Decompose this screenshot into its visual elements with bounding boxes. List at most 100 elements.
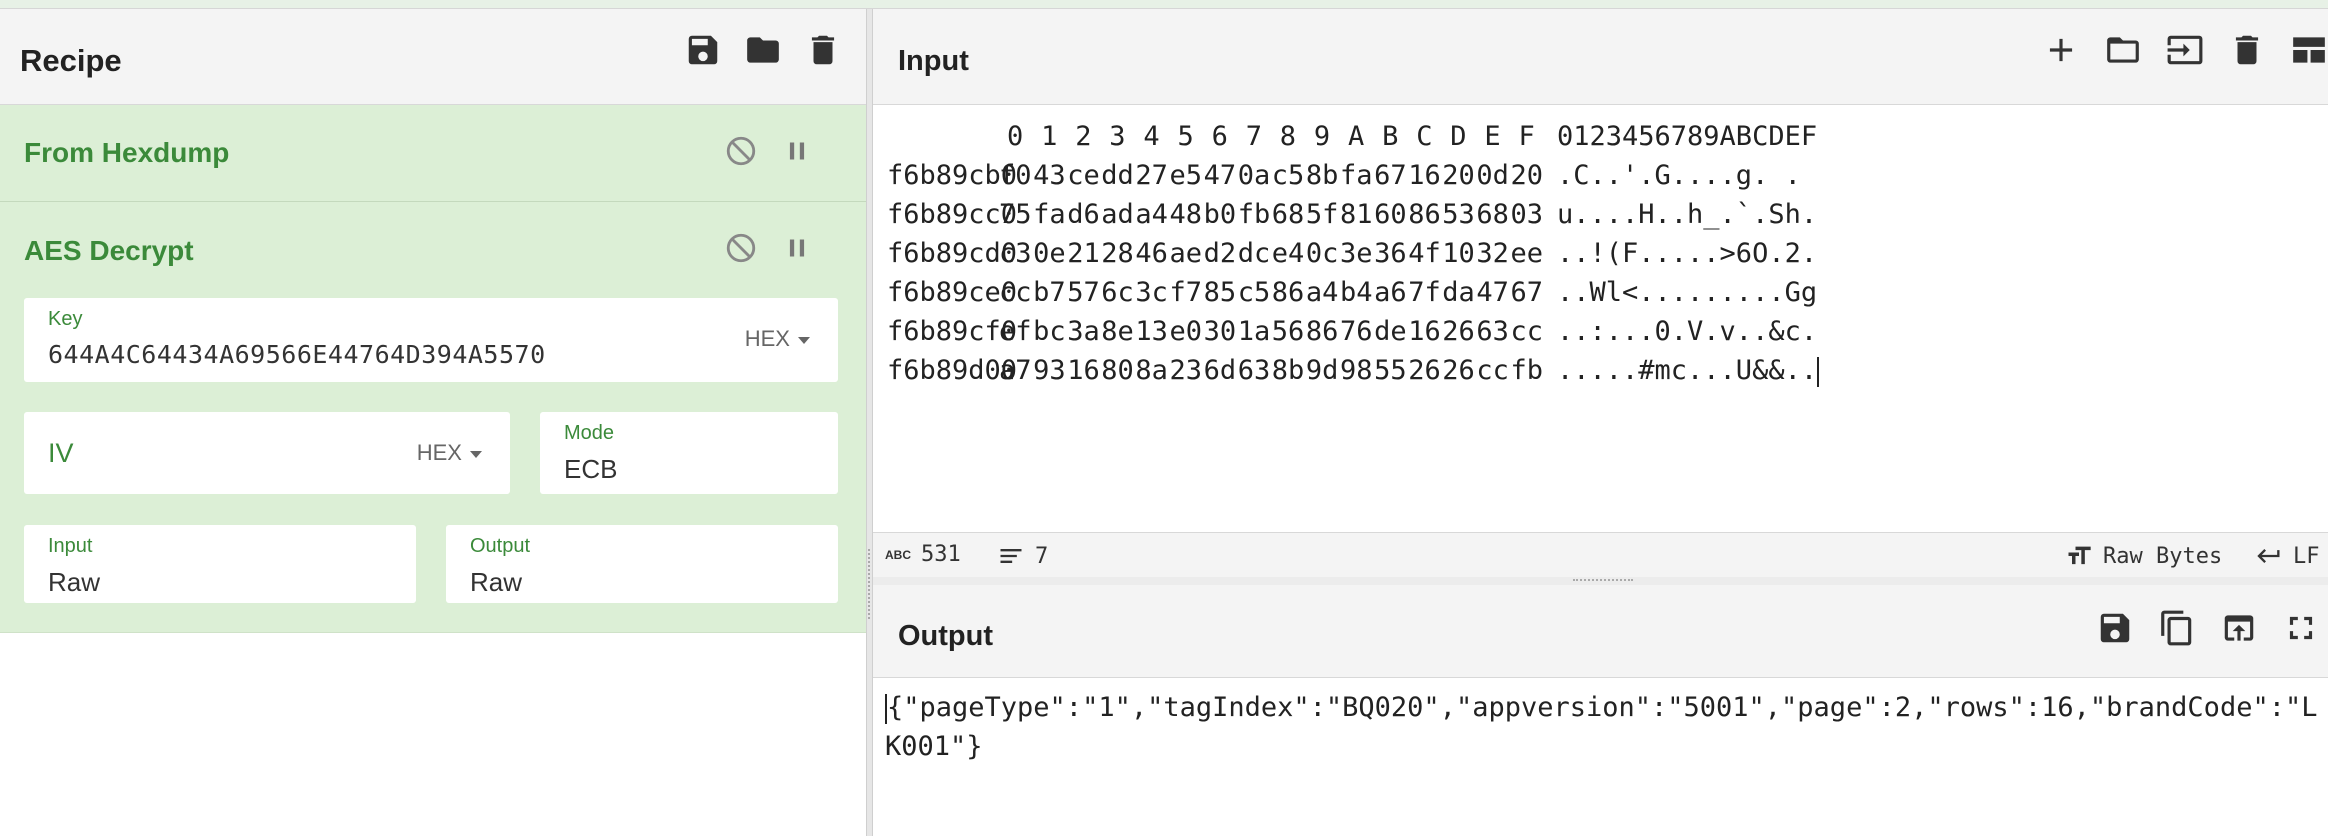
hex-offset: f6b89cf0 xyxy=(887,316,1018,347)
hex-byte: d2 xyxy=(1203,238,1237,269)
operation-controls xyxy=(724,134,814,168)
operation-title: AES Decrypt xyxy=(24,235,194,266)
pane-resize-handle[interactable] xyxy=(866,9,873,836)
layout-icon[interactable] xyxy=(2290,31,2328,69)
recipe-toolbar xyxy=(684,31,842,69)
hex-col-header: 2 xyxy=(1075,121,1092,152)
load-recipe-icon[interactable] xyxy=(744,31,782,69)
hex-offset: f6b89cc0 xyxy=(887,199,1018,230)
hex-byte: a4 xyxy=(1135,199,1168,230)
hex-byte: 28 xyxy=(1101,238,1134,269)
chevron-down-icon xyxy=(798,336,810,344)
mode-select[interactable]: ECB xyxy=(564,454,617,485)
return-arrow-icon xyxy=(2255,542,2283,570)
add-tab-icon[interactable] xyxy=(2042,31,2080,69)
hex-byte: 57 xyxy=(1067,277,1100,308)
hex-byte: fb xyxy=(1510,355,1544,386)
hex-byte: 81 xyxy=(1340,199,1373,230)
encoding-selector[interactable]: Raw Bytes xyxy=(2065,542,2222,570)
hex-byte: 0d xyxy=(1476,160,1509,191)
hex-byte: 47 xyxy=(1203,160,1237,191)
hex-col-header: 8 xyxy=(1279,121,1297,152)
hex-byte: c5 xyxy=(1237,277,1271,308)
disable-icon[interactable] xyxy=(724,134,758,168)
hex-byte: 27 xyxy=(1135,160,1168,191)
hex-byte: 6c xyxy=(1101,277,1134,308)
iv-format-dropdown[interactable]: HEX xyxy=(417,440,482,466)
hex-byte: 85 xyxy=(1203,277,1237,308)
hex-byte: 0c xyxy=(1305,238,1339,269)
key-field[interactable]: Key 644A4C64434A69566E44764D394A5570 HEX xyxy=(24,298,838,382)
key-format-dropdown[interactable]: HEX xyxy=(745,326,810,352)
hex-byte: 48 xyxy=(1169,199,1203,230)
hex-offset: f6b89cb0 xyxy=(887,160,1018,191)
key-input[interactable]: 644A4C64434A69566E44764D394A5570 xyxy=(48,340,546,369)
clear-recipe-icon[interactable] xyxy=(804,31,842,69)
hex-ascii: ..!(F.....>6O.2. xyxy=(1557,238,1818,269)
hex-byte: 80 xyxy=(1101,355,1134,386)
hex-byte: 03 xyxy=(1510,199,1544,230)
hex-byte: 8b xyxy=(1271,355,1305,386)
hex-ascii: ..:...0.V.v..&c. xyxy=(1557,316,1818,347)
hex-byte: b4 xyxy=(1340,277,1373,308)
input-format-select[interactable]: Raw xyxy=(48,567,100,598)
io-resize-handle[interactable] xyxy=(873,577,2328,585)
top-strip xyxy=(0,0,2328,9)
breakpoint-icon[interactable] xyxy=(780,231,814,265)
hex-offset: f6b89cd0 xyxy=(887,238,1018,269)
mode-field[interactable]: Mode ECB xyxy=(540,412,838,494)
input-format-field[interactable]: Input Raw xyxy=(24,525,416,603)
hex-col-header: 9 xyxy=(1313,121,1331,152)
hex-ascii: u....H..h_.`.Sh. xyxy=(1557,199,1818,230)
hex-byte: fa xyxy=(1340,160,1373,191)
open-folder-icon[interactable] xyxy=(2104,31,2142,69)
hex-byte: 20 xyxy=(1442,160,1475,191)
hex-col-header: 3 xyxy=(1109,121,1126,152)
output-text-area[interactable]: {"pageType":"1","tagIndex":"BQ020","appv… xyxy=(885,688,2325,766)
replace-input-icon[interactable] xyxy=(2220,609,2258,647)
save-output-icon[interactable] xyxy=(2096,609,2134,647)
hex-byte: 43 xyxy=(1033,160,1066,191)
hex-byte: 67 xyxy=(1510,277,1544,308)
hex-byte: 30 xyxy=(1203,316,1237,347)
hex-byte: ce xyxy=(1067,160,1100,191)
open-file-icon[interactable] xyxy=(2166,31,2204,69)
hex-byte: 76 xyxy=(1340,316,1373,347)
input-title: Input xyxy=(898,45,969,77)
breakpoint-icon[interactable] xyxy=(780,134,814,168)
hex-byte: fb xyxy=(1237,199,1271,230)
hex-byte: 46 xyxy=(1135,238,1168,269)
hex-byte: c5 xyxy=(1271,160,1305,191)
hex-byte: 0a xyxy=(1237,160,1271,191)
hex-ascii: .....#mc...U&&.. xyxy=(1557,355,1820,387)
hex-byte: 26 xyxy=(1442,316,1475,347)
hex-byte: 3c xyxy=(1135,277,1168,308)
hex-byte: 8b xyxy=(1305,160,1339,191)
copy-output-icon[interactable] xyxy=(2158,609,2196,647)
iv-field[interactable]: IV HEX xyxy=(24,412,510,494)
hex-col-header: 4 xyxy=(1143,121,1160,152)
hex-byte: 8a xyxy=(1135,355,1168,386)
mode-label: Mode xyxy=(564,422,615,444)
hex-col-header: 1 xyxy=(1041,121,1058,152)
clear-input-icon[interactable] xyxy=(2228,31,2266,69)
hex-byte: 98 xyxy=(1340,355,1373,386)
hex-byte: 26 xyxy=(1442,355,1475,386)
disable-icon[interactable] xyxy=(724,231,758,265)
output-format-field[interactable]: Output Raw xyxy=(446,525,838,603)
hex-col-header: D xyxy=(1450,121,1467,152)
hex-byte: ad xyxy=(1101,199,1134,230)
hex-byte: 9d xyxy=(1305,355,1339,386)
save-recipe-icon[interactable] xyxy=(684,31,722,69)
hex-byte: 5f xyxy=(1305,199,1339,230)
hex-byte: 86 xyxy=(1408,199,1441,230)
hex-col-header: 6 xyxy=(1211,121,1228,152)
hex-byte: f0 xyxy=(999,160,1032,191)
output-format-select[interactable]: Raw xyxy=(470,567,522,598)
maximise-icon[interactable] xyxy=(2282,609,2320,647)
output-toolbar xyxy=(2096,609,2320,647)
iv-input[interactable]: IV xyxy=(48,438,74,469)
hex-byte: 3e xyxy=(1340,238,1373,269)
eol-selector[interactable]: LF xyxy=(2255,542,2320,570)
hex-byte: b7 xyxy=(1033,277,1066,308)
